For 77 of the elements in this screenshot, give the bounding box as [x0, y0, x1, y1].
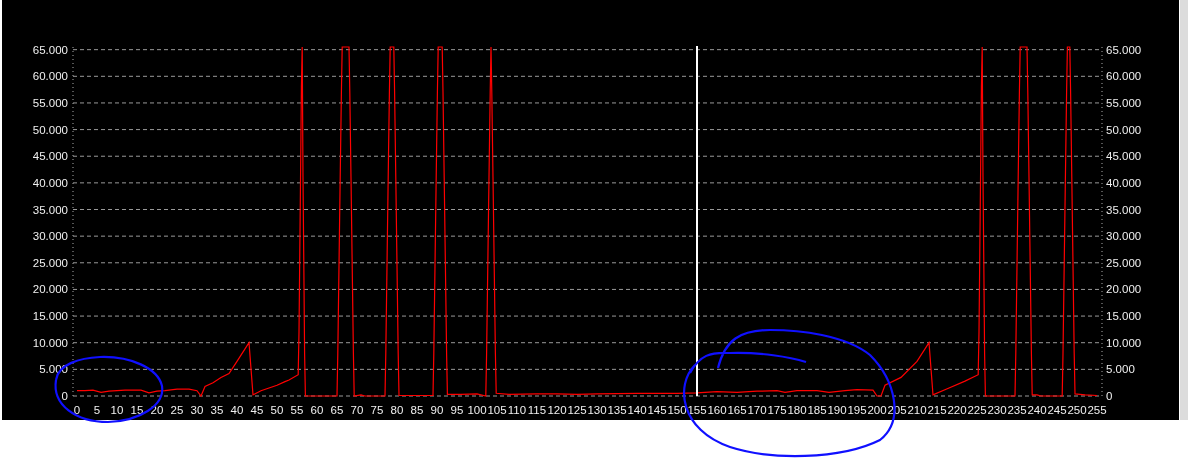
x-tick-label: 255: [1087, 404, 1107, 416]
x-tick-label: 250: [1067, 404, 1087, 416]
x-tick-label: 40: [230, 404, 244, 416]
x-tick-label: 35: [210, 404, 224, 416]
y-tick-label: 15.000: [1106, 310, 1142, 323]
y-tick-label: 25.000: [1106, 256, 1142, 269]
y-tick-label: 25.000: [32, 256, 68, 269]
x-tick-label: 85: [410, 404, 424, 416]
x-tick-label: 150: [667, 404, 687, 416]
y-tick-label: 60.000: [1106, 70, 1142, 83]
x-tick-label: 180: [787, 404, 807, 416]
y-tick-label: 35.000: [32, 203, 68, 216]
x-tick-label: 160: [707, 404, 727, 416]
y-tick-label: 45.000: [32, 150, 68, 163]
x-tick-label: 80: [390, 404, 404, 416]
y-tick-label: 5.000: [1106, 363, 1135, 376]
y-tick-label: 10.000: [32, 336, 68, 349]
x-tick-label: 185: [807, 404, 827, 416]
y-tick-label: 65.000: [32, 43, 68, 56]
x-tick-label: 125: [567, 404, 587, 416]
y-tick-label: 10.000: [1106, 336, 1142, 349]
x-tick-label: 60: [310, 404, 324, 416]
x-tick-label: 165: [727, 404, 747, 416]
y-tick-label: 0: [1106, 390, 1113, 402]
y-tick-label: 30.000: [32, 230, 68, 243]
x-tick-label: 130: [587, 404, 607, 416]
x-tick-label: 105: [487, 404, 507, 416]
x-tick-label: 170: [747, 404, 767, 416]
y-tick-label: 40.000: [1106, 176, 1142, 189]
y-tick-label: 15.000: [32, 310, 68, 323]
x-tick-label: 190: [827, 404, 847, 416]
x-tick-label: 175: [767, 404, 787, 416]
y-tick-label: 50.000: [32, 123, 68, 136]
y-tick-label: 60.000: [32, 70, 68, 83]
x-tick-label: 90: [430, 404, 444, 416]
x-tick-label: 135: [607, 404, 627, 416]
y-tick-label: 35.000: [1106, 203, 1142, 216]
x-tick-label: 195: [847, 404, 867, 416]
y-tick-label: 55.000: [32, 96, 68, 109]
y-tick-label: 40.000: [32, 176, 68, 189]
x-tick-label: 30: [190, 404, 204, 416]
x-tick-label: 5: [93, 404, 101, 416]
x-tick-label: 200: [867, 404, 887, 416]
x-tick-label: 215: [927, 404, 947, 416]
x-tick-label: 50: [270, 404, 284, 416]
y-tick-label: 55.000: [1106, 96, 1142, 109]
x-tick-label: 70: [350, 404, 364, 416]
x-tick-label: 120: [547, 404, 567, 416]
x-tick-label: 95: [450, 404, 464, 416]
x-tick-label: 55: [290, 404, 304, 416]
x-tick-label: 140: [627, 404, 647, 416]
x-tick-label: 145: [647, 404, 667, 416]
x-tick-label: 65: [330, 404, 344, 416]
x-tick-label: 0: [73, 404, 81, 416]
x-tick-label: 100: [467, 404, 487, 416]
y-tick-label: 30.000: [1106, 230, 1142, 243]
y-tick-label: 20.000: [32, 283, 68, 296]
x-tick-label: 25: [170, 404, 184, 416]
y-tick-label: 45.000: [1106, 150, 1142, 163]
y-tick-label: 65.000: [1106, 43, 1142, 56]
x-tick-label: 75: [370, 404, 384, 416]
x-tick-label: 155: [687, 404, 707, 416]
x-tick-label: 240: [1027, 404, 1047, 416]
y-tick-label: 20.000: [1106, 283, 1142, 296]
x-tick-label: 225: [967, 404, 987, 416]
x-tick-label: 220: [947, 404, 967, 416]
x-tick-label: 10: [110, 404, 124, 416]
x-tick-label: 230: [987, 404, 1007, 416]
x-tick-label: 45: [250, 404, 264, 416]
x-tick-label: 245: [1047, 404, 1067, 416]
x-tick-label: 115: [527, 404, 547, 416]
y-tick-label: 0: [61, 390, 68, 402]
y-tick-label: 50.000: [1106, 123, 1142, 136]
x-tick-label: 110: [507, 404, 527, 416]
x-tick-label: 210: [907, 404, 927, 416]
x-tick-label: 15: [130, 404, 144, 416]
x-tick-label: 235: [1007, 404, 1027, 416]
